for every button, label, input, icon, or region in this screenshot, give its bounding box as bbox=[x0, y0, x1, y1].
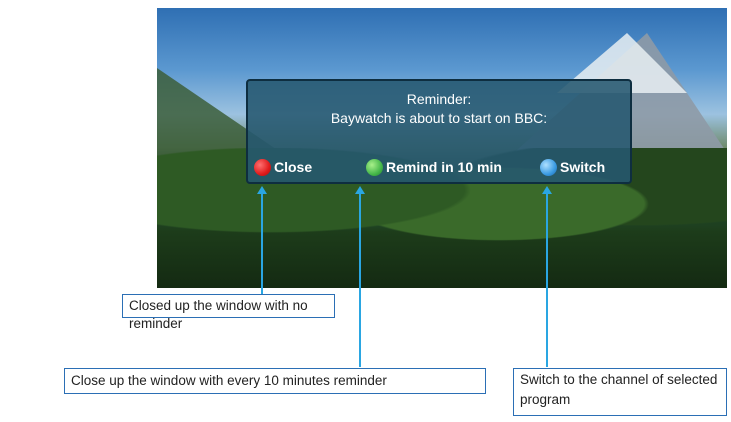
blue-button-icon bbox=[540, 158, 557, 176]
annotation-switch: Switch to the channel of selected progra… bbox=[513, 368, 727, 416]
annotation-remind: Close up the window with every 10 minute… bbox=[64, 368, 486, 394]
callout-line-remind bbox=[359, 192, 361, 367]
close-label: Close bbox=[274, 159, 313, 175]
reminder-title: Reminder: bbox=[406, 91, 472, 107]
close-option[interactable]: Close bbox=[254, 157, 312, 177]
reminder-dialog: Reminder: Baywatch is about to start on … bbox=[246, 79, 632, 184]
switch-label: Switch bbox=[560, 159, 606, 175]
callout-line-close bbox=[261, 192, 263, 294]
annotation-close: Closed up the window with no reminder bbox=[122, 294, 335, 331]
red-button-icon bbox=[254, 158, 271, 176]
reminder-message: Baywatch is about to start on BBC: bbox=[330, 110, 548, 126]
remind-label: Remind in 10 min bbox=[386, 159, 502, 175]
callout-line-switch bbox=[546, 192, 548, 367]
remind-option[interactable]: Remind in 10 min bbox=[366, 157, 502, 177]
green-button-icon bbox=[366, 158, 383, 176]
switch-option[interactable]: Switch bbox=[540, 157, 605, 177]
